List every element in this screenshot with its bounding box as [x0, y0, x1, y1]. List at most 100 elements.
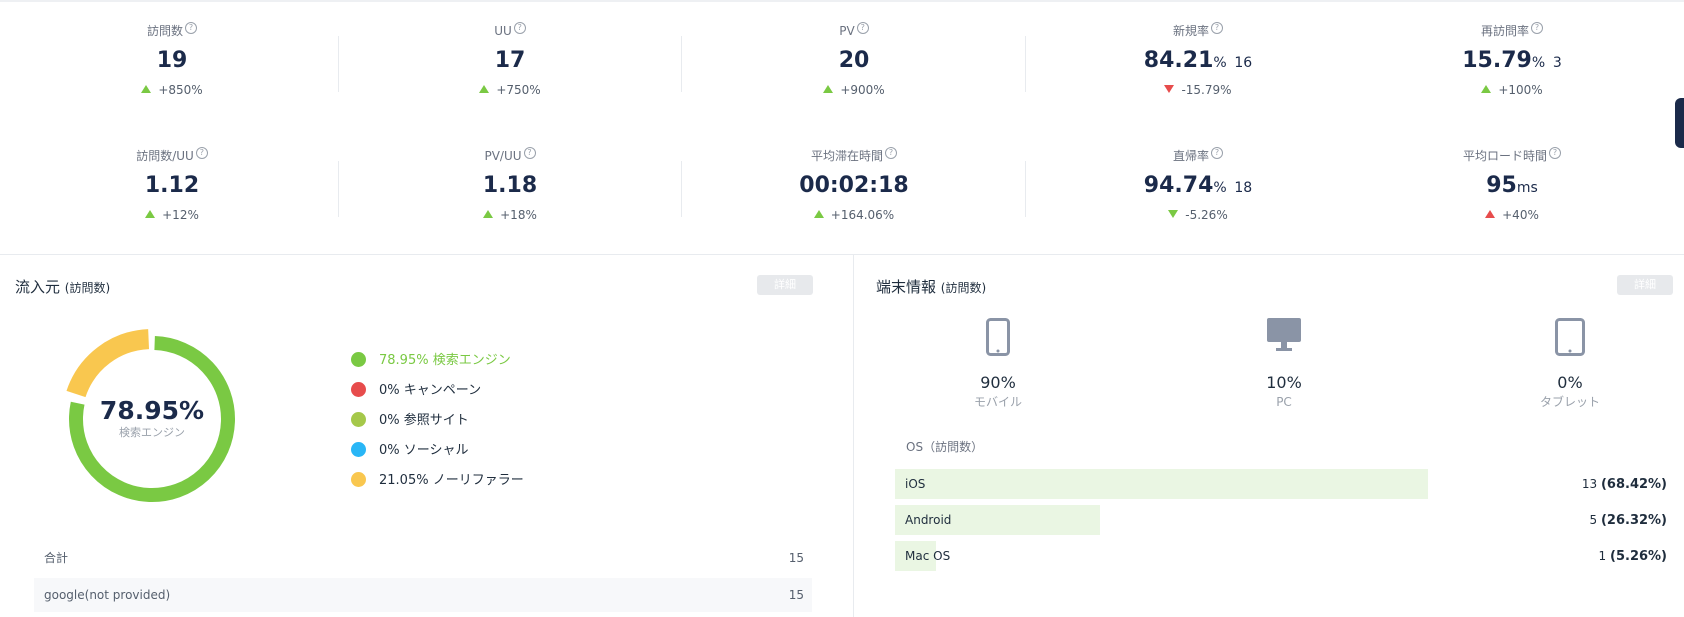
- smartphone-icon: [986, 318, 1010, 356]
- row-name: 合計: [44, 551, 69, 565]
- legend-pct: 0%: [379, 443, 400, 458]
- metric-change: +164.06%: [830, 208, 895, 222]
- legend-item-campaign[interactable]: 0% キャンペーン: [351, 382, 524, 412]
- metric-label: 新規率: [1172, 24, 1209, 38]
- trend-up-icon: [479, 85, 490, 93]
- legend-dot: [351, 442, 366, 457]
- row-value: 15: [788, 551, 804, 565]
- device-pct: 10%: [1266, 373, 1302, 392]
- legend-label: 参照サイト: [403, 413, 469, 428]
- trend-up-icon: [1481, 85, 1492, 93]
- metric-value: 1.12: [144, 173, 200, 198]
- metric-change: +900%: [840, 83, 885, 97]
- trend-down-icon: [1164, 85, 1175, 93]
- os-row-ios[interactable]: iOS 13 (68.42%): [895, 469, 1667, 499]
- os-row-android[interactable]: Android 5 (26.32%): [895, 505, 1667, 535]
- os-name: Mac OS: [905, 549, 951, 563]
- divider: [681, 161, 682, 217]
- metric-unit: %: [1213, 55, 1227, 71]
- metric-change: +750%: [496, 83, 541, 97]
- top-border: [0, 0, 1684, 2]
- os-pct: (26.32%): [1600, 513, 1667, 528]
- help-icon[interactable]: ?: [513, 22, 526, 34]
- device-panel-title: 端末情報 (訪問数): [876, 276, 986, 297]
- traffic-legend: 78.95% 検索エンジン 0% キャンペーン 0% 参照サイト 0% ソーシャ…: [351, 352, 524, 502]
- trend-up-icon: [141, 85, 152, 93]
- metric-label: PV: [839, 24, 855, 38]
- help-icon[interactable]: ?: [1549, 147, 1561, 159]
- device-pc: 10% PC: [1194, 318, 1374, 410]
- metric-avg-duration: 平均滞在時間? 00:02:18 +164.06%: [682, 147, 1026, 247]
- trend-up-icon: [823, 85, 834, 93]
- os-name: iOS: [905, 477, 926, 491]
- legend-label: キャンペーン: [403, 383, 482, 398]
- device-title-sub: (訪問数): [940, 281, 987, 295]
- metric-change: -15.79%: [1181, 83, 1232, 97]
- os-count: 13: [1581, 477, 1598, 491]
- legend-pct: 0%: [379, 383, 400, 398]
- legend-dot: [351, 412, 366, 427]
- legend-item-referral[interactable]: 0% 参照サイト: [351, 412, 524, 442]
- metric-value: 20: [838, 48, 870, 73]
- metric-pv-per-uu: PV/UU? 1.18 +18%: [338, 147, 682, 247]
- divider: [681, 36, 682, 92]
- metric-value: 15.79: [1462, 48, 1532, 73]
- metric-label: PV/UU: [484, 149, 522, 163]
- tablet-icon: [1555, 318, 1585, 356]
- metric-label: 直帰率: [1172, 149, 1209, 163]
- device-label: PC: [1276, 395, 1292, 409]
- metric-value: 84.21: [1143, 48, 1214, 73]
- help-icon[interactable]: ?: [1211, 22, 1223, 34]
- metric-value: 17: [494, 48, 526, 73]
- os-pct: (5.26%): [1610, 549, 1667, 564]
- row-name: google(not provided): [44, 588, 171, 602]
- help-icon[interactable]: ?: [185, 22, 197, 34]
- metric-unit: ms: [1516, 180, 1538, 196]
- divider: [338, 161, 339, 217]
- metric-label: 再訪問率: [1480, 24, 1529, 38]
- device-tablet: 0% タブレット: [1480, 318, 1660, 410]
- traffic-detail-button[interactable]: 詳細: [757, 275, 813, 295]
- side-panel-tab[interactable]: [1675, 98, 1684, 148]
- metric-unit: %: [1531, 55, 1546, 71]
- divider: [1025, 161, 1026, 217]
- help-icon[interactable]: ?: [1211, 147, 1223, 159]
- legend-label: 検索エンジン: [432, 353, 511, 368]
- legend-dot: [351, 472, 366, 487]
- help-icon[interactable]: ?: [195, 147, 208, 159]
- trend-up-icon: [145, 210, 156, 218]
- legend-item-search-engine[interactable]: 78.95% 検索エンジン: [351, 352, 524, 382]
- help-icon[interactable]: ?: [1531, 22, 1543, 34]
- device-label: タブレット: [1539, 395, 1600, 409]
- os-count: 5: [1589, 513, 1598, 527]
- panel-divider: [853, 255, 854, 617]
- legend-dot: [351, 382, 366, 397]
- metric-change: +40%: [1502, 208, 1539, 222]
- help-icon[interactable]: ?: [523, 147, 536, 159]
- desktop-icon: [1267, 318, 1301, 351]
- divider: [338, 36, 339, 92]
- metric-avg-load-time: 平均ロード時間? 95ms +40%: [1340, 147, 1684, 247]
- device-detail-button[interactable]: 詳細: [1617, 275, 1673, 295]
- metric-count: 3: [1552, 55, 1562, 71]
- metric-value: 95: [1486, 173, 1517, 198]
- metric-count: 18: [1234, 180, 1253, 196]
- legend-item-social[interactable]: 0% ソーシャル: [351, 442, 524, 472]
- legend-item-no-referrer[interactable]: 21.05% ノーリファラー: [351, 472, 524, 502]
- trend-down-icon: [1168, 210, 1179, 218]
- help-icon[interactable]: ?: [856, 22, 869, 34]
- metric-visits: 訪問数? 19 +850%: [0, 22, 344, 122]
- os-name: Android: [905, 513, 952, 527]
- metric-uu: UU? 17 +750%: [338, 22, 682, 122]
- donut-center-name: 検索エンジン: [119, 426, 185, 439]
- traffic-source-row[interactable]: google(not provided) 15: [34, 578, 812, 612]
- metric-label: 平均滞在時間: [810, 149, 883, 163]
- os-row-macos[interactable]: Mac OS 1 (5.26%): [895, 541, 1667, 571]
- legend-label: ノーリファラー: [432, 473, 524, 488]
- help-icon[interactable]: ?: [885, 147, 897, 159]
- legend-label: ソーシャル: [403, 443, 469, 458]
- os-section-title: OS（訪問数）: [906, 440, 984, 454]
- trend-up-icon: [813, 210, 824, 218]
- metric-value: 94.74: [1143, 173, 1214, 198]
- metric-unit: %: [1213, 180, 1227, 196]
